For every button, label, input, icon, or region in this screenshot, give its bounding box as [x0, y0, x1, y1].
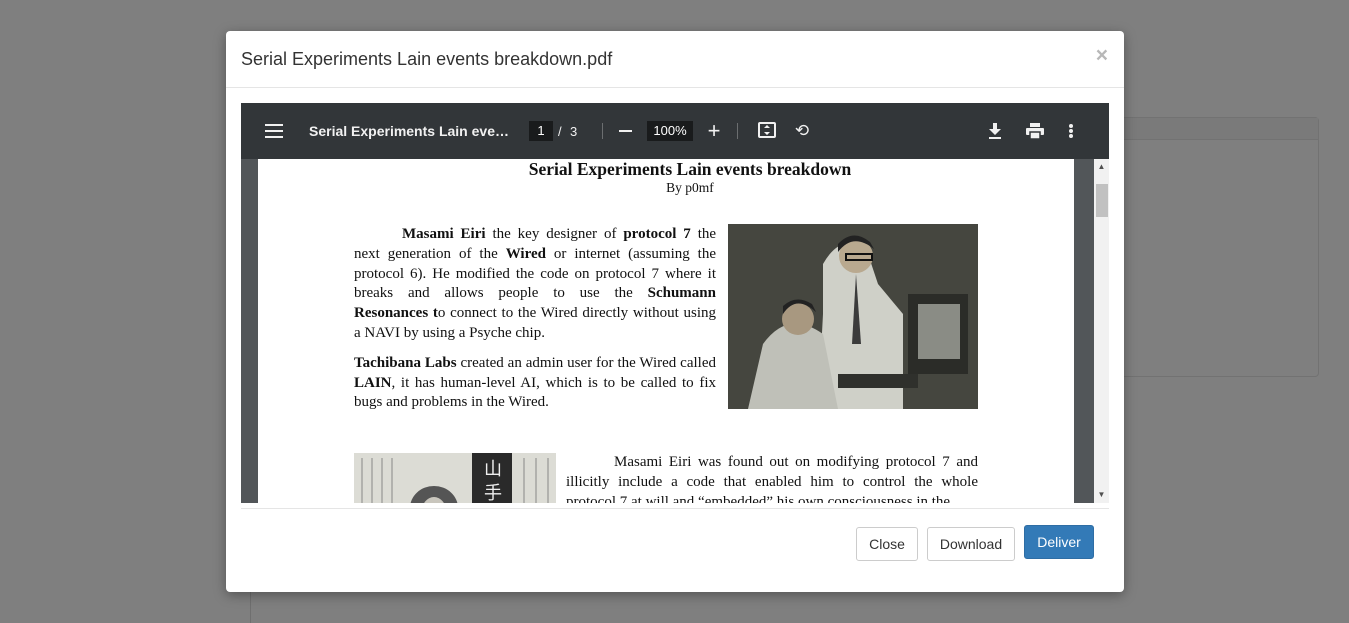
- print-icon[interactable]: [1025, 121, 1045, 141]
- plus-icon[interactable]: +: [706, 118, 722, 143]
- page-separator: /: [558, 124, 562, 139]
- right-column-text: Masami Eiri was found out on modifying p…: [566, 454, 978, 503]
- svg-text:手: 手: [484, 483, 502, 503]
- svg-text:山: 山: [484, 459, 502, 480]
- pdf-document-title: Serial Experiments Lain event...: [309, 123, 509, 139]
- modal-footer: Close Download Deliver: [241, 508, 1109, 592]
- modal-title: Serial Experiments Lain events breakdown…: [241, 49, 613, 69]
- page-number-input[interactable]: 1: [529, 121, 553, 141]
- background-panel: [1124, 117, 1319, 377]
- toolbar-divider: [602, 123, 603, 139]
- download-button[interactable]: Download: [927, 527, 1015, 561]
- pdf-page: Serial Experiments Lain events breakdown…: [258, 159, 1074, 503]
- vertical-scrollbar[interactable]: ▲ ▼: [1094, 159, 1109, 503]
- background-sidebar-edge: [250, 590, 251, 623]
- document-title: Serial Experiments Lain events breakdown: [528, 159, 852, 179]
- deliver-button[interactable]: Deliver: [1024, 525, 1094, 559]
- minus-icon[interactable]: [617, 121, 633, 141]
- paragraph: Tachibana Labs created an admin user for…: [354, 354, 716, 411]
- toolbar-divider: [737, 123, 738, 139]
- fit-to-page-icon[interactable]: [758, 122, 776, 138]
- document-byline: By p0mf: [666, 180, 714, 195]
- scrollbar-thumb[interactable]: [1096, 184, 1108, 217]
- pdf-viewer: Serial Experiments Lain event... 1 / 3 1…: [241, 103, 1109, 503]
- close-button[interactable]: Close: [856, 527, 918, 561]
- rotate-icon[interactable]: ⟲: [793, 121, 811, 140]
- paragraph: Masami Eiri the key designer of protocol…: [354, 226, 717, 341]
- more-vertical-icon[interactable]: [1067, 121, 1075, 141]
- scroll-up-arrow-icon[interactable]: ▲: [1094, 161, 1109, 173]
- pdf-toolbar: Serial Experiments Lain event... 1 / 3 1…: [241, 103, 1109, 159]
- pdf-preview-modal: Serial Experiments Lain events breakdown…: [226, 31, 1124, 592]
- hamburger-menu-icon[interactable]: [265, 124, 283, 138]
- download-icon[interactable]: [986, 121, 1004, 141]
- modal-header: Serial Experiments Lain events breakdown…: [226, 31, 1124, 88]
- close-icon[interactable]: ×: [1096, 45, 1108, 66]
- zoom-level-input[interactable]: 100%: [647, 121, 693, 141]
- left-column-text: Masami Eiri the key designer of protocol…: [354, 225, 716, 423]
- scroll-down-arrow-icon[interactable]: ▼: [1094, 489, 1109, 501]
- newspaper-clipping-image: 山 手: [354, 453, 556, 503]
- two-men-at-computer-image: [728, 224, 978, 409]
- pdf-scroll-area[interactable]: Serial Experiments Lain events breakdown…: [241, 159, 1109, 503]
- total-pages: 3: [570, 124, 578, 139]
- background-panel-header: [1124, 118, 1318, 140]
